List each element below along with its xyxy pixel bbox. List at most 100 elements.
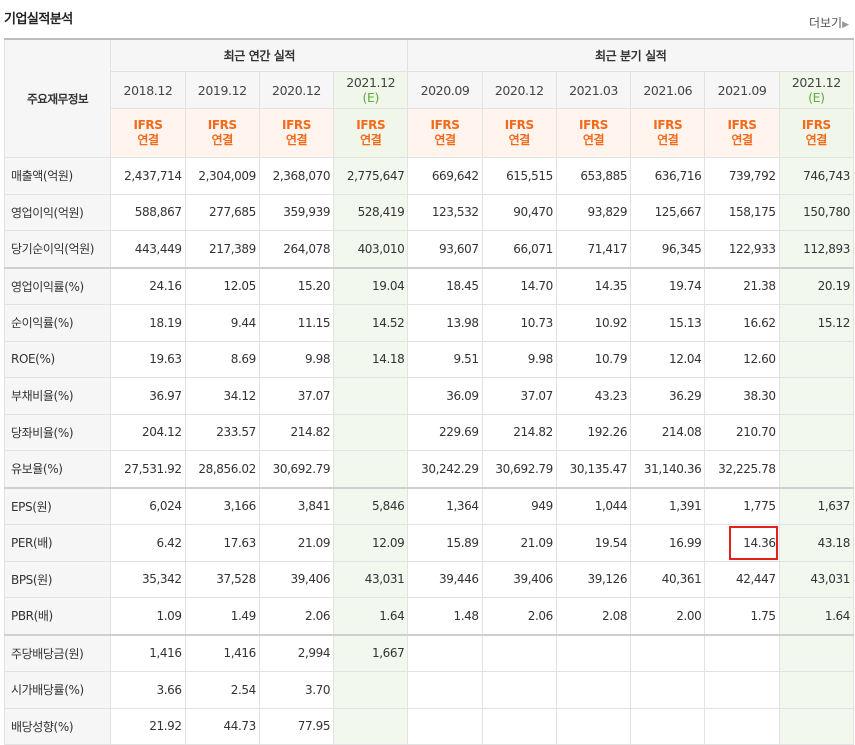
cell-value: 1,391 xyxy=(669,499,702,514)
table-cell: 43,031 xyxy=(778,560,855,598)
ifrs-header: IFRS 연결 xyxy=(184,108,260,158)
cell-value: 44.73 xyxy=(223,719,257,734)
period-header: 2021.12 (E) xyxy=(333,71,409,109)
period-label: 2021.06 xyxy=(643,82,693,98)
table-cell: 8.69 xyxy=(184,340,260,378)
table-cell: 21.09 xyxy=(258,524,335,562)
table-cell xyxy=(481,633,557,672)
estimate-mark: (E) xyxy=(808,90,825,105)
consolidated-label: 연결 xyxy=(285,133,308,147)
cell-value: 1.09 xyxy=(156,608,182,623)
cell-value: 949 xyxy=(531,499,553,514)
cell-value: 2.06 xyxy=(527,608,554,623)
cell-value: 14.36 xyxy=(743,535,776,550)
period-header: 2021.06 xyxy=(630,71,706,109)
cell-value: 42,447 xyxy=(736,572,776,587)
row-label: ROE(%) xyxy=(3,340,112,378)
financial-summary-table: 주요재무정보 최근 연간 실적 최근 분기 실적 2018.12 2019.12 2… xyxy=(3,38,855,745)
table-cell: 9.44 xyxy=(184,304,260,342)
cell-value: 19.63 xyxy=(149,352,182,367)
cell-value: 528,419 xyxy=(357,205,405,220)
cell-value: 27,531.92 xyxy=(124,461,182,476)
table-cell: 3,841 xyxy=(258,486,335,525)
cell-value: 653,885 xyxy=(580,168,628,183)
cell-value: 21.09 xyxy=(520,535,554,550)
consolidated-label: 연결 xyxy=(434,133,456,147)
cell-value: 12.09 xyxy=(372,535,405,550)
ifrs-label: IFRS xyxy=(801,118,831,132)
period-label: 2018.12 xyxy=(123,82,173,98)
cell-value: 217,389 xyxy=(209,241,256,256)
cell-value: 2.00 xyxy=(676,608,702,623)
cell-value: 40,361 xyxy=(661,572,702,587)
cell-value: 1,667 xyxy=(372,646,405,661)
table-cell: 20.19 xyxy=(778,266,855,305)
cell-value: 16.99 xyxy=(669,535,702,550)
cell-value: 19.04 xyxy=(372,279,405,294)
more-link[interactable]: 더보기▶ xyxy=(809,14,849,31)
row-label: PER(배) xyxy=(3,524,112,562)
table-cell: 2,775,647 xyxy=(333,157,409,195)
cell-value: 192.26 xyxy=(587,425,628,440)
table-cell: 1.64 xyxy=(778,597,855,635)
table-row: 영업이익(억원) 588,867 277,685 359,939 528,419 123,… xyxy=(3,193,855,231)
table-cell xyxy=(333,450,409,488)
table-cell xyxy=(704,633,780,672)
ifrs-label: IFRS xyxy=(133,118,163,132)
table-cell xyxy=(630,707,706,745)
table-cell: 43,031 xyxy=(333,560,409,598)
table-row: ROE(%) 19.63 8.69 9.98 14.18 9.51 9.98 10.79 12.… xyxy=(3,340,855,378)
table-cell: 653,885 xyxy=(555,157,632,195)
table-cell: 588,867 xyxy=(110,193,186,231)
table-cell: 5,846 xyxy=(333,486,409,525)
consolidated-label: 연결 xyxy=(582,133,605,147)
table-cell: 122,933 xyxy=(704,230,780,268)
table-cell: 1,391 xyxy=(630,486,706,525)
cell-value: 37,528 xyxy=(216,572,256,587)
cell-value: 96,345 xyxy=(661,241,702,256)
cell-value: 123,532 xyxy=(431,205,479,220)
cell-value: 12.05 xyxy=(223,279,257,294)
table-cell: 21.09 xyxy=(481,524,557,562)
cell-value: 233.57 xyxy=(216,425,256,440)
period-header: 2020.09 xyxy=(407,71,483,109)
table-cell xyxy=(407,671,483,709)
table-cell: 36.29 xyxy=(630,377,706,415)
table-cell xyxy=(630,633,706,672)
cell-value: 6,024 xyxy=(149,499,182,514)
table-cell xyxy=(333,707,409,745)
cell-value: 66,071 xyxy=(513,241,553,256)
period-label: 2021.03 xyxy=(569,82,618,98)
cell-value: 264,078 xyxy=(283,241,331,256)
table-row: 주당배당금(원) 1,416 1,416 2,994 1,667 xyxy=(3,633,855,672)
table-cell xyxy=(704,707,780,745)
cell-value: 10.92 xyxy=(594,315,628,330)
table-cell: 2.06 xyxy=(258,597,335,635)
cell-value: 443,449 xyxy=(134,241,182,256)
table-cell: 16.62 xyxy=(704,304,780,342)
period-header: 2021.03 xyxy=(555,71,632,109)
table-cell: 2.00 xyxy=(630,597,706,635)
row-label: 당좌비율(%) xyxy=(3,413,112,451)
table-cell: 15.12 xyxy=(778,304,855,342)
period-header: 2020.12 xyxy=(258,71,335,109)
table-cell: 214.82 xyxy=(258,413,335,451)
cell-value: 21.09 xyxy=(297,535,331,550)
row-label: 순이익률(%) xyxy=(3,304,112,342)
table-cell: 214.82 xyxy=(481,413,557,451)
ifrs-label: IFRS xyxy=(653,118,683,132)
table-cell: 36.09 xyxy=(407,377,483,415)
cell-value: 34.12 xyxy=(223,388,257,403)
table-cell: 19.04 xyxy=(333,266,409,305)
ifrs-label: IFRS xyxy=(356,118,386,132)
table-cell xyxy=(778,413,855,451)
cell-value: 669,642 xyxy=(431,168,479,183)
table-cell xyxy=(555,633,632,672)
cell-value: 90,470 xyxy=(513,205,553,220)
ifrs-header: IFRS 연결 xyxy=(333,108,409,158)
table-cell: 2,994 xyxy=(258,633,335,672)
consolidated-label: 연결 xyxy=(805,133,828,147)
table-row: BPS(원) 35,342 37,528 39,406 43,031 39,446 39,4… xyxy=(3,560,855,598)
table-cell: 32,225.78 xyxy=(704,450,780,488)
cell-value: 15.20 xyxy=(297,279,331,294)
